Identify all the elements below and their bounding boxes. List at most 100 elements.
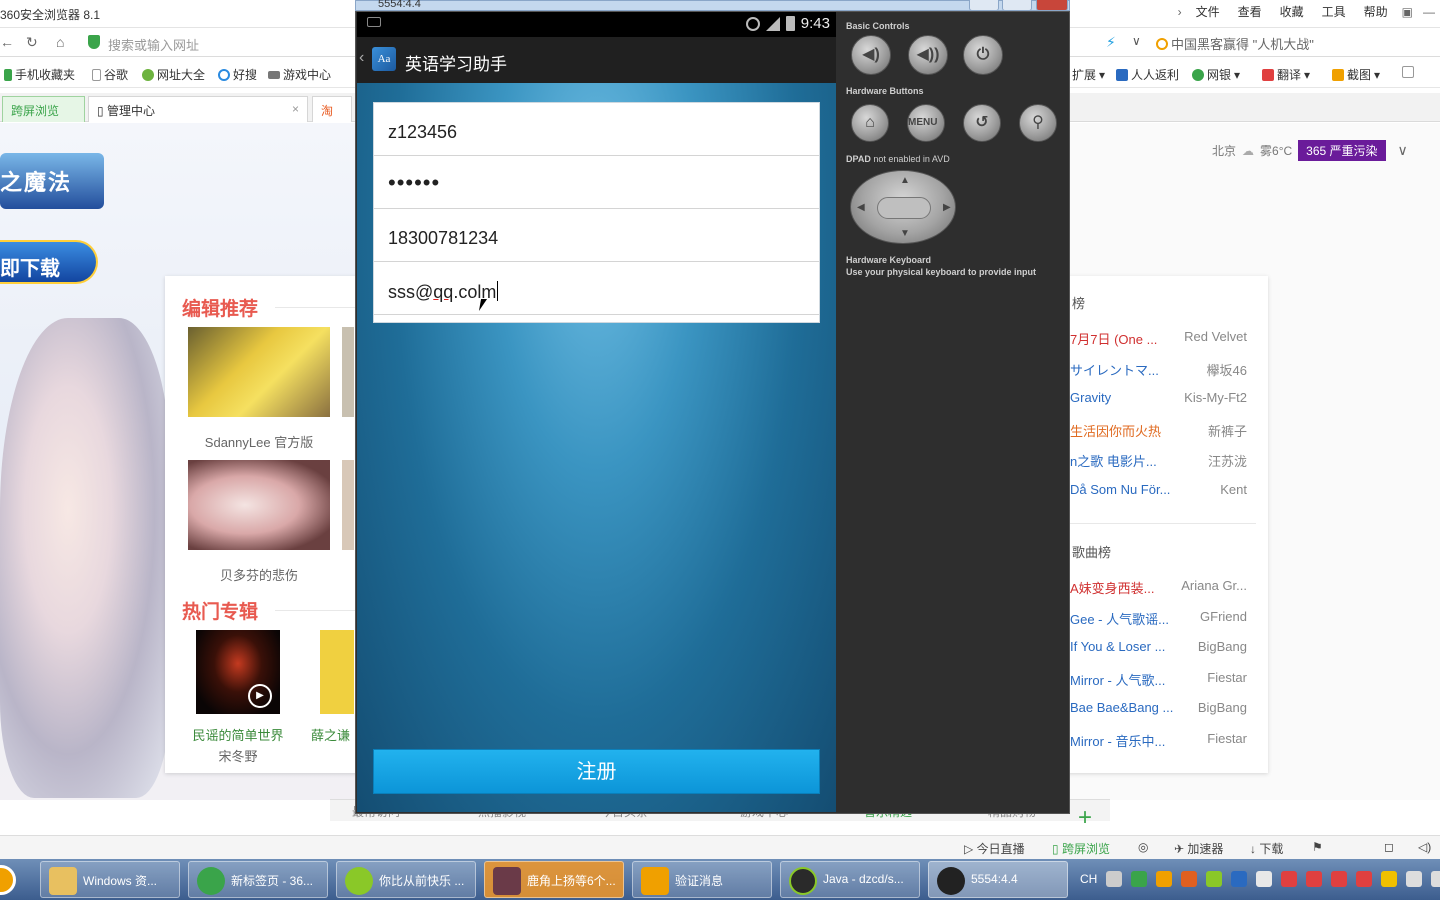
flag-icon[interactable]: ⚑ — [1312, 840, 1323, 854]
task-music-player[interactable]: 你比从前快乐 ... — [336, 861, 476, 898]
chart-row[interactable]: 7月7日 (One ... Red Velvet — [1070, 329, 1250, 349]
bookmark-online-bank[interactable]: 网银 ▾ — [1192, 66, 1240, 83]
menu-file[interactable]: 文件 — [1187, 3, 1229, 21]
song-artist[interactable]: Red Velvet — [1184, 329, 1247, 344]
song-artist[interactable]: Ariana Gr... — [1181, 578, 1247, 593]
volume-icon[interactable]: ◁) — [1418, 840, 1431, 854]
song-artist[interactable]: BigBang — [1198, 700, 1247, 715]
live-button[interactable]: ▷ 今日直播 — [964, 840, 1025, 857]
song-artist[interactable]: 汪苏泷 — [1208, 451, 1247, 470]
tray-icon[interactable] — [1256, 871, 1273, 887]
chart-row[interactable]: Mirror - 音乐中... Fiestar — [1070, 731, 1250, 751]
tray-icon[interactable] — [1131, 871, 1148, 887]
song-artist[interactable]: GFriend — [1200, 609, 1247, 624]
tray-icon[interactable] — [1181, 871, 1198, 887]
weather-widget[interactable]: 北京 ☁ 雾6°C 365 严重污染 ∨ — [1212, 140, 1408, 161]
menu-favorites[interactable]: 收藏 — [1271, 3, 1313, 21]
download-button[interactable]: 即下载 — [0, 240, 98, 284]
menu-tools[interactable]: 工具 — [1313, 3, 1355, 21]
play-icon[interactable]: ▶ — [248, 684, 272, 708]
start-button[interactable] — [0, 865, 16, 895]
maximize-button[interactable] — [1002, 0, 1032, 11]
speed-icon[interactable]: ⚡ — [1106, 34, 1116, 51]
power-button[interactable]: ⏻ — [963, 35, 1003, 75]
chart-row[interactable]: Då Som Nu För... Kent — [1070, 482, 1250, 502]
bookmark-renren-fanli[interactable]: 人人返利 — [1116, 66, 1179, 83]
register-button[interactable]: 注册 — [373, 749, 820, 794]
bookmark-screenshot[interactable]: 截图 ▾ — [1332, 66, 1380, 83]
album-cover[interactable] — [342, 327, 354, 417]
song-artist[interactable]: Kis-My-Ft2 — [1184, 390, 1247, 405]
app-icon[interactable]: Aa — [372, 47, 396, 71]
search-button[interactable]: ⚲ — [1019, 104, 1057, 142]
volume-up-button[interactable]: ◀)) — [908, 35, 948, 75]
input-language[interactable]: CH — [1080, 872, 1097, 886]
task-notification[interactable]: 鹿角上扬等6个... — [484, 861, 624, 898]
minimize-button[interactable] — [969, 0, 999, 11]
home-button[interactable]: ⌂ — [851, 104, 889, 142]
volume-down-button[interactable]: ◀) — [851, 35, 891, 75]
song-title[interactable]: Mirror - 人气歌... — [1070, 670, 1165, 689]
song-title[interactable]: 7月7日 (One ... — [1070, 329, 1157, 348]
album-cover[interactable] — [320, 630, 354, 714]
search-box[interactable]: 中国黑客赢得 "人机大战" — [1156, 34, 1314, 53]
chevron-down-icon[interactable]: ∨ — [1132, 34, 1141, 48]
home-icon[interactable]: ⌂ — [56, 34, 64, 50]
song-title[interactable]: Gravity — [1070, 390, 1111, 405]
bookmark-game-center[interactable]: 游戏中心 — [268, 66, 331, 83]
tray-icon[interactable] — [1231, 871, 1248, 887]
song-artist[interactable]: Fiestar — [1207, 670, 1247, 685]
volume-icon[interactable] — [1431, 871, 1440, 887]
password-field[interactable]: •••••• — [374, 156, 819, 209]
tab-admin-center[interactable]: ▯ 管理中心 × — [88, 96, 308, 122]
back-button[interactable]: ↺ — [963, 104, 1001, 142]
album-cover[interactable] — [342, 460, 354, 550]
album-title[interactable]: 民谣的简单世界 — [182, 725, 294, 744]
task-java-eclipse[interactable]: Java - dzcd/s... — [780, 861, 920, 898]
song-artist[interactable]: 新裤子 — [1208, 421, 1247, 440]
song-artist[interactable]: BigBang — [1198, 639, 1247, 654]
chart-row[interactable]: A妹变身西装... Ariana Gr... — [1070, 578, 1250, 598]
song-title[interactable]: Bae Bae&Bang ... — [1070, 700, 1173, 715]
tab-cross-screen[interactable]: 跨屏浏览 — [2, 96, 85, 122]
close-icon[interactable]: × — [292, 102, 299, 116]
dpad-center[interactable] — [877, 197, 931, 219]
album-title[interactable]: 薛之谦 — [311, 725, 351, 744]
chart-row[interactable]: Gravity Kis-My-Ft2 — [1070, 390, 1250, 410]
keyboard-icon[interactable] — [1106, 871, 1123, 887]
cross-screen-button[interactable]: ▯ 跨屏浏览 — [1052, 840, 1110, 857]
download-button[interactable]: ↓ 下载 — [1250, 840, 1283, 857]
chart-row[interactable]: サイレントマ... 欅坂46 — [1070, 360, 1250, 380]
song-artist[interactable]: 欅坂46 — [1207, 360, 1247, 379]
add-tab-button[interactable]: + — [1078, 804, 1092, 832]
song-title[interactable]: Då Som Nu För... — [1070, 482, 1170, 497]
accelerator-button[interactable]: ✈ 加速器 — [1174, 840, 1223, 857]
song-title[interactable]: If You & Loser ... — [1070, 639, 1165, 654]
network-icon[interactable] — [1406, 871, 1423, 887]
close-button[interactable] — [1036, 0, 1068, 11]
email-field[interactable]: sss@qq.colm — [374, 262, 819, 315]
album-caption[interactable]: SdannyLee 官方版 — [188, 432, 330, 451]
chevron-down-icon[interactable]: ∨ — [1398, 142, 1408, 159]
skin-icon[interactable]: ▣ — [1397, 5, 1418, 19]
song-title[interactable]: Gee - 人气歌谣... — [1070, 609, 1169, 628]
tray-icon[interactable] — [1206, 871, 1223, 887]
chart-row[interactable]: If You & Loser ... BigBang — [1070, 639, 1250, 659]
minimize-icon[interactable]: — — [1418, 5, 1440, 19]
task-emulator[interactable]: 5554:4.4 — [928, 861, 1068, 898]
tray-icon[interactable] — [1156, 871, 1173, 887]
task-verification[interactable]: 验证消息 — [632, 861, 772, 898]
qq-icon[interactable] — [1331, 871, 1348, 887]
album-artist[interactable]: 宋冬野 — [182, 746, 294, 765]
dpad-up-icon[interactable]: ▲ — [900, 175, 910, 186]
song-title[interactable]: n之歌 电影片... — [1070, 451, 1157, 470]
album-cover[interactable]: ▶ — [196, 630, 280, 714]
bookmark-games-icon[interactable] — [1402, 66, 1414, 78]
phone-field[interactable]: 18300781234 — [374, 209, 819, 262]
window-icon[interactable]: ◻ — [1384, 840, 1394, 854]
menu-view[interactable]: 查看 — [1229, 3, 1271, 21]
chart-row[interactable]: Gee - 人气歌谣... GFriend — [1070, 609, 1250, 629]
song-title[interactable]: A妹变身西装... — [1070, 578, 1155, 597]
chevron-right-icon[interactable]: › — [1173, 5, 1187, 19]
qq-icon[interactable] — [1306, 871, 1323, 887]
